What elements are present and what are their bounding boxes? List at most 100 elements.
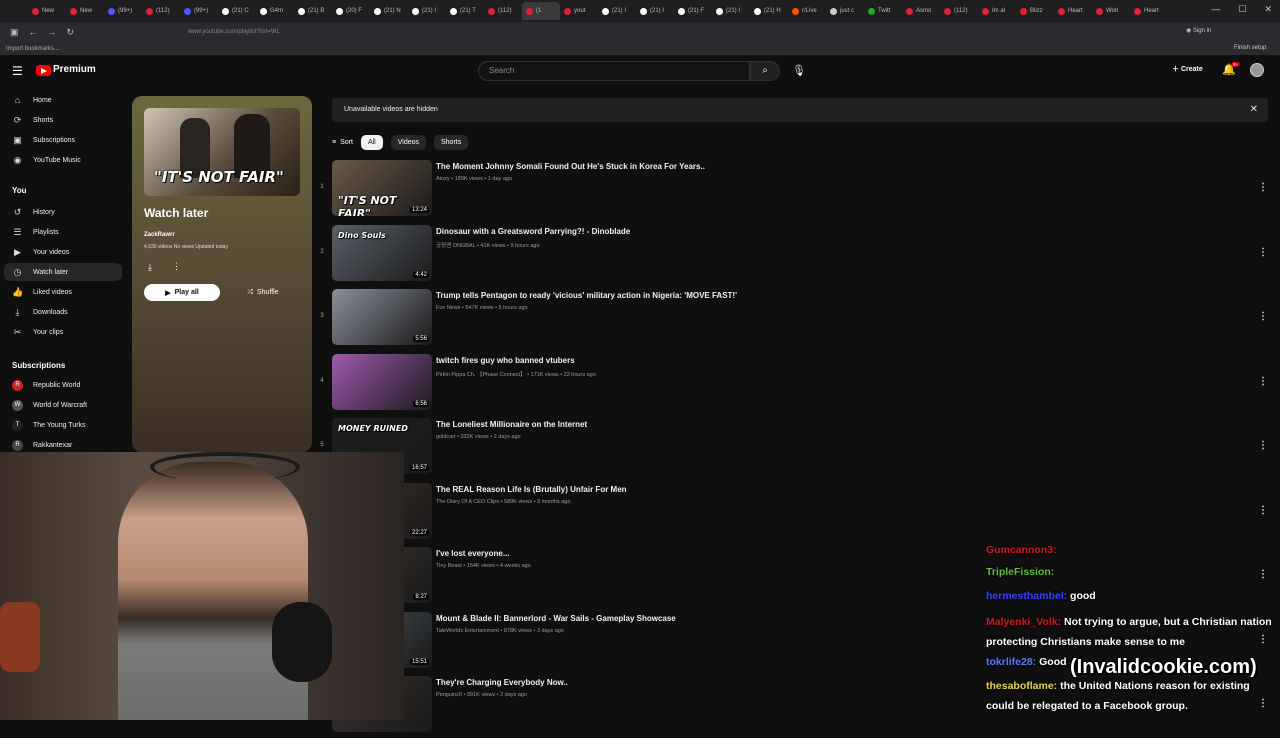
video-title[interactable]: The Moment Johnny Somali Found Out He's …: [436, 162, 705, 171]
sidebar-item-youtube-music[interactable]: ◉ YouTube Music: [0, 151, 118, 169]
menu-icon[interactable]: ☰: [12, 64, 23, 78]
sidebar-item-shorts[interactable]: ⟳ Shorts: [0, 111, 118, 129]
import-bookmarks-link[interactable]: Import bookmarks...: [6, 46, 59, 52]
video-title[interactable]: Mount & Blade II: Bannerlord - War Sails…: [436, 614, 676, 623]
microphone-icon[interactable]: 🎙: [792, 64, 806, 77]
browser-tab[interactable]: Heart: [1130, 2, 1168, 20]
shuffle-button[interactable]: ⤮ Shuffle: [228, 284, 298, 301]
sort-button[interactable]: ≡ Sort: [332, 139, 353, 146]
minimize-icon[interactable]: —: [1211, 4, 1220, 15]
browser-tab[interactable]: Heart: [1054, 2, 1092, 20]
sidebar-item-republic-world[interactable]: R Republic World: [0, 376, 118, 394]
close-window-icon[interactable]: ✕: [1264, 4, 1272, 15]
sidebar-item-playlists[interactable]: ☰ Playlists: [0, 223, 118, 241]
signin-link[interactable]: ◉ Sign in: [1186, 27, 1211, 34]
more-options-icon[interactable]: ⋮: [1258, 440, 1268, 451]
you-heading[interactable]: You: [12, 186, 27, 195]
chip-shorts[interactable]: Shorts: [434, 134, 469, 150]
browser-tab[interactable]: (21) I: [636, 2, 674, 20]
browser-tab[interactable]: (21) I: [598, 2, 636, 20]
url-bar[interactable]: www.youtube.com/playlist?list=WL: [136, 26, 1106, 39]
notification-badge: 9+: [1231, 62, 1241, 67]
chip-videos[interactable]: Videos: [390, 134, 426, 150]
sidebar-item-liked-videos[interactable]: 👍 Liked videos: [0, 283, 118, 301]
browser-tab[interactable]: just c: [826, 2, 864, 20]
sidebar-item-history[interactable]: ↺ History: [0, 203, 118, 221]
video-thumbnail[interactable]: "IT'S NOT FAIR" 13:24: [332, 160, 432, 216]
playlist-video-row[interactable]: 1 "IT'S NOT FAIR" 13:24 The Moment Johnny S…: [318, 160, 1268, 222]
video-title[interactable]: The Loneliest Millionaire on the Interne…: [436, 420, 587, 429]
more-options-icon[interactable]: ⋮: [1258, 311, 1268, 322]
browser-tab[interactable]: Worl: [1092, 2, 1130, 20]
browser-tab[interactable]: (112): [142, 2, 180, 20]
sidebar-toggle-icon[interactable]: ▣: [10, 27, 19, 38]
video-title[interactable]: I've lost everyone...: [436, 549, 510, 558]
reload-icon[interactable]: ↻: [67, 27, 75, 38]
back-icon[interactable]: ←: [29, 27, 38, 37]
more-options-icon[interactable]: ⋮: [1258, 376, 1268, 387]
video-title[interactable]: The REAL Reason Life Is (Brutally) Unfai…: [436, 485, 627, 494]
browser-tab[interactable]: Asmo: [902, 2, 940, 20]
sidebar-item-subscriptions[interactable]: ▣ Subscriptions: [0, 131, 118, 149]
sidebar-item-your-videos[interactable]: ▶ Your videos: [0, 243, 118, 261]
playlist-thumbnail[interactable]: "IT'S NOT FAIR": [144, 108, 300, 196]
search-button[interactable]: ⌕: [750, 61, 780, 81]
browser-tab[interactable]: Twitt: [864, 2, 902, 20]
video-title[interactable]: Dinosaur with a Greatsword Parrying?! - …: [436, 227, 630, 236]
browser-tab[interactable]: Blizz: [1016, 2, 1054, 20]
playlist-video-row[interactable]: 5 MONEY RUINED 16:57 The Loneliest Milliona…: [318, 418, 1268, 480]
video-title[interactable]: twitch fires guy who banned vtubers: [436, 356, 575, 365]
browser-tab[interactable]: (1: [522, 2, 560, 20]
playlist-owner[interactable]: ZackRawrr: [144, 232, 175, 238]
browser-tab[interactable]: New: [28, 2, 66, 20]
more-options-icon[interactable]: ⋮: [1258, 505, 1268, 516]
browser-tab[interactable]: (21) I: [712, 2, 750, 20]
more-options-icon[interactable]: ⋮: [1258, 182, 1268, 193]
playlist-video-row[interactable]: 622:27The REAL Reason Life Is (Brutally)…: [318, 482, 1268, 545]
browser-tab[interactable]: (21) B: [294, 2, 332, 20]
sidebar-item-home[interactable]: ⌂ Home: [0, 91, 118, 109]
video-title[interactable]: They're Charging Everybody Now..: [436, 678, 568, 687]
search-input[interactable]: Search: [478, 61, 750, 81]
video-thumbnail[interactable]: 5:56: [332, 289, 432, 345]
video-title[interactable]: Trump tells Pentagon to ready 'vicious' …: [436, 291, 737, 300]
download-icon[interactable]: ⤓: [148, 262, 152, 273]
finish-setup-button[interactable]: Finish setup: [1234, 45, 1266, 51]
video-thumbnail[interactable]: Dino Souls 4:42: [332, 224, 432, 281]
browser-tab[interactable]: (20) F: [332, 2, 370, 20]
more-options-icon[interactable]: ⋮: [1258, 247, 1268, 258]
create-button[interactable]: ＋ Create: [1172, 64, 1203, 74]
browser-tab[interactable]: (21) C: [218, 2, 256, 20]
browser-tab[interactable]: (21) I: [408, 2, 446, 20]
browser-tab[interactable]: r/Live: [788, 2, 826, 20]
sidebar-item-your-clips[interactable]: ✂ Your clips: [0, 323, 118, 341]
browser-tab[interactable]: (99+): [180, 2, 218, 20]
playlist-video-row[interactable]: 3 5:56 Trump tells Pentagon to ready 'vici…: [318, 289, 1268, 351]
sidebar-item-watch-later[interactable]: ◷ Watch later: [4, 263, 122, 281]
browser-tab[interactable]: (99+): [104, 2, 142, 20]
more-options-icon[interactable]: ⋮: [172, 261, 181, 272]
browser-tab[interactable]: (112): [484, 2, 522, 20]
forward-icon[interactable]: →: [48, 27, 57, 37]
playlist-video-row[interactable]: 4 6:56 twitch fires guy who banned vtubers…: [318, 353, 1268, 416]
browser-tab[interactable]: yout: [560, 2, 598, 20]
youtube-logo[interactable]: Premium: [36, 62, 96, 78]
browser-tab[interactable]: (112): [940, 2, 978, 20]
browser-tab[interactable]: Im al: [978, 2, 1016, 20]
browser-tab[interactable]: (21) N: [370, 2, 408, 20]
video-thumbnail[interactable]: 6:56: [332, 353, 432, 410]
sidebar-item-the-young-turks[interactable]: T The Young Turks: [0, 416, 118, 434]
playlist-video-row[interactable]: 2 Dino Souls 4:42 Dinosaur with a Greatswor…: [318, 224, 1268, 287]
sidebar-item-downloads[interactable]: ⤓ Downloads: [0, 303, 118, 321]
maximize-icon[interactable]: ☐: [1238, 4, 1246, 15]
close-icon[interactable]: ✕: [1250, 98, 1258, 122]
browser-tab[interactable]: G4m: [256, 2, 294, 20]
browser-tab[interactable]: New: [66, 2, 104, 20]
browser-tab[interactable]: (21) T: [446, 2, 484, 20]
browser-tab[interactable]: (21) F: [674, 2, 712, 20]
chip-all[interactable]: All: [360, 134, 383, 150]
avatar[interactable]: [1250, 63, 1264, 77]
browser-tab[interactable]: (21) H: [750, 2, 788, 20]
play-all-button[interactable]: ▶ Play all: [144, 284, 220, 301]
sidebar-item-world-of-warcraft[interactable]: W World of Warcraft: [0, 396, 118, 414]
